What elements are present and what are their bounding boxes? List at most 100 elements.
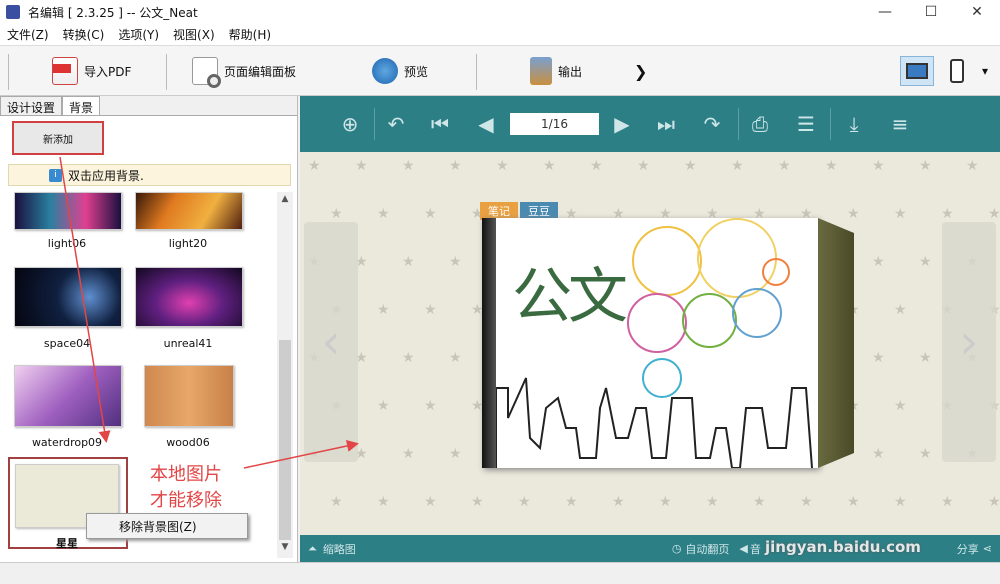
star-decoration: ★	[590, 158, 603, 174]
context-menu-remove-background[interactable]: 移除背景图(Z)	[86, 513, 248, 539]
star-decoration: ★	[565, 494, 578, 510]
star-decoration: ★	[330, 494, 343, 510]
thumbnail-label: light20	[168, 237, 208, 250]
last-page-icon[interactable]: ⏭	[652, 110, 680, 138]
menu-convert[interactable]: 转换(C)	[56, 26, 112, 43]
cover-circle	[632, 226, 702, 296]
cover-circle	[762, 258, 790, 286]
menu-file[interactable]: 文件(Z)	[0, 26, 56, 43]
book[interactable]: 笔记 豆豆 公文	[480, 202, 854, 468]
cover-circle	[732, 288, 782, 338]
autoplay-icon[interactable]: ◷	[672, 542, 682, 555]
zoom-in-icon[interactable]: ⊕	[336, 110, 364, 138]
thumbnail-space04[interactable]	[14, 267, 122, 327]
page-editor-label: 页面编辑面板	[224, 64, 297, 79]
watermark: jingyan.baidu.com	[765, 538, 921, 556]
tab-design-settings[interactable]: 设计设置	[0, 96, 63, 115]
toolbar-divider	[476, 54, 477, 90]
more-button[interactable]: ❯	[634, 56, 647, 86]
star-decoration: ★	[637, 158, 650, 174]
page-editor-button[interactable]: 页面编辑面板	[192, 56, 297, 88]
star-decoration: ★	[988, 494, 1000, 510]
star-decoration: ★	[919, 446, 932, 462]
star-decoration: ★	[449, 446, 462, 462]
star-decoration: ★	[402, 350, 415, 366]
star-decoration: ★	[894, 398, 907, 414]
thumbnail-light20[interactable]	[135, 192, 243, 230]
star-decoration: ★	[424, 494, 437, 510]
preview-button[interactable]: 预览	[372, 56, 428, 86]
scroll-up-icon[interactable]: ▲	[277, 194, 293, 208]
menu-view[interactable]: 视图(X)	[166, 26, 222, 43]
next-page-icon[interactable]: ▶	[608, 110, 636, 138]
star-decoration: ★	[308, 158, 321, 174]
window-title: 名编辑 [ 2.3.25 ] -- 公文_Neat	[28, 5, 198, 20]
mobile-view-button[interactable]	[940, 56, 974, 86]
output-icon	[530, 57, 552, 85]
info-icon: i	[49, 168, 62, 182]
sound-label[interactable]: 音	[750, 541, 761, 557]
menu-options[interactable]: 选项(Y)	[111, 26, 166, 43]
star-decoration: ★	[894, 206, 907, 222]
undo-icon[interactable]: ↶	[382, 110, 410, 138]
thumbnails-label[interactable]: 缩略图	[323, 541, 356, 557]
thumbnails-toggle-icon[interactable]: ⏶	[308, 542, 317, 556]
download-icon[interactable]: ⤓	[840, 110, 868, 138]
star-decoration: ★	[424, 206, 437, 222]
first-page-icon[interactable]: ⏮	[426, 110, 454, 138]
thumbnail-label: space04	[43, 337, 91, 350]
tab-background[interactable]: 背景	[62, 96, 101, 115]
star-decoration: ★	[894, 494, 907, 510]
print-icon[interactable]: ⎙	[746, 110, 774, 138]
app-icon	[6, 5, 20, 19]
star-decoration: ★	[612, 494, 625, 510]
autoplay-label[interactable]: 自动翻页	[685, 541, 729, 557]
star-decoration: ★	[402, 158, 415, 174]
thumbnail-label: unreal41	[163, 337, 213, 350]
star-decoration: ★	[377, 206, 390, 222]
star-decoration: ★	[847, 494, 860, 510]
thumbnail-scrollbar[interactable]: ▲ ▼	[277, 192, 293, 558]
prev-page-icon[interactable]: ◀	[472, 110, 500, 138]
page-number-field[interactable]: 1/16	[510, 113, 599, 135]
thumbnail-light06[interactable]	[14, 192, 122, 230]
redo-icon[interactable]: ↷	[698, 110, 726, 138]
star-decoration: ★	[377, 398, 390, 414]
star-decoration: ★	[872, 254, 885, 270]
menu-icon[interactable]: ≡	[886, 110, 914, 138]
thumbnail-unreal41[interactable]	[135, 267, 243, 327]
scroll-down-icon[interactable]: ▼	[277, 542, 293, 556]
hint-bar: i 双击应用背景.	[8, 164, 291, 186]
viewer-toolbar: ⊕ ↶ ⏮ ◀ 1/16 ▶ ⏭ ↷ ⎙ ☰ ⤓ ≡	[300, 96, 1000, 152]
refresh-icon	[372, 58, 398, 84]
star-decoration: ★	[377, 302, 390, 318]
share-icon[interactable]: ⋖	[983, 542, 992, 555]
prev-page-arrow[interactable]: ‹	[304, 222, 358, 462]
star-decoration: ★	[872, 446, 885, 462]
cover-circle	[697, 218, 777, 298]
close-button[interactable]: ✕	[954, 0, 1000, 24]
left-panel: 设计设置 背景 新添加 i 双击应用背景. light06 light20 sp…	[0, 96, 298, 562]
star-decoration: ★	[659, 494, 672, 510]
import-pdf-button[interactable]: 导入PDF	[52, 56, 131, 86]
star-decoration: ★	[355, 158, 368, 174]
scroll-thumb[interactable]	[279, 340, 291, 540]
book-edge	[818, 218, 854, 468]
minimize-button[interactable]: —	[862, 0, 908, 24]
maximize-button[interactable]: ☐	[908, 0, 954, 24]
next-page-arrow[interactable]: ›	[942, 222, 996, 462]
output-button[interactable]: 输出	[530, 56, 582, 86]
share-label[interactable]: 分享	[957, 541, 979, 557]
view-dropdown[interactable]: ▾	[975, 56, 995, 86]
phone-icon	[950, 59, 964, 83]
menu-help[interactable]: 帮助(H)	[222, 26, 278, 43]
add-background-button[interactable]: 新添加	[12, 121, 104, 155]
thumbnail-waterdrop09[interactable]	[14, 365, 122, 427]
book-stage: ★ ★ ★ ★ ★ ★ ★ ★ ★ ★ ★ ★ ★ ★ ★ ★ ★ ★ ★ ★ ★ ★ ★ ★ ★ ★ ★ ★ ★ ★ ★ ★ ★ ★ ★ ★ ★ ★ ★ ★…	[300, 152, 1000, 535]
output-label: 输出	[558, 64, 583, 79]
list-icon[interactable]: ☰	[792, 110, 820, 138]
thumbnail-wood06[interactable]	[144, 365, 234, 427]
sound-icon[interactable]: ◀	[739, 542, 747, 555]
desktop-view-button[interactable]	[900, 56, 934, 86]
annotation-line-1: 本地图片	[150, 464, 222, 485]
